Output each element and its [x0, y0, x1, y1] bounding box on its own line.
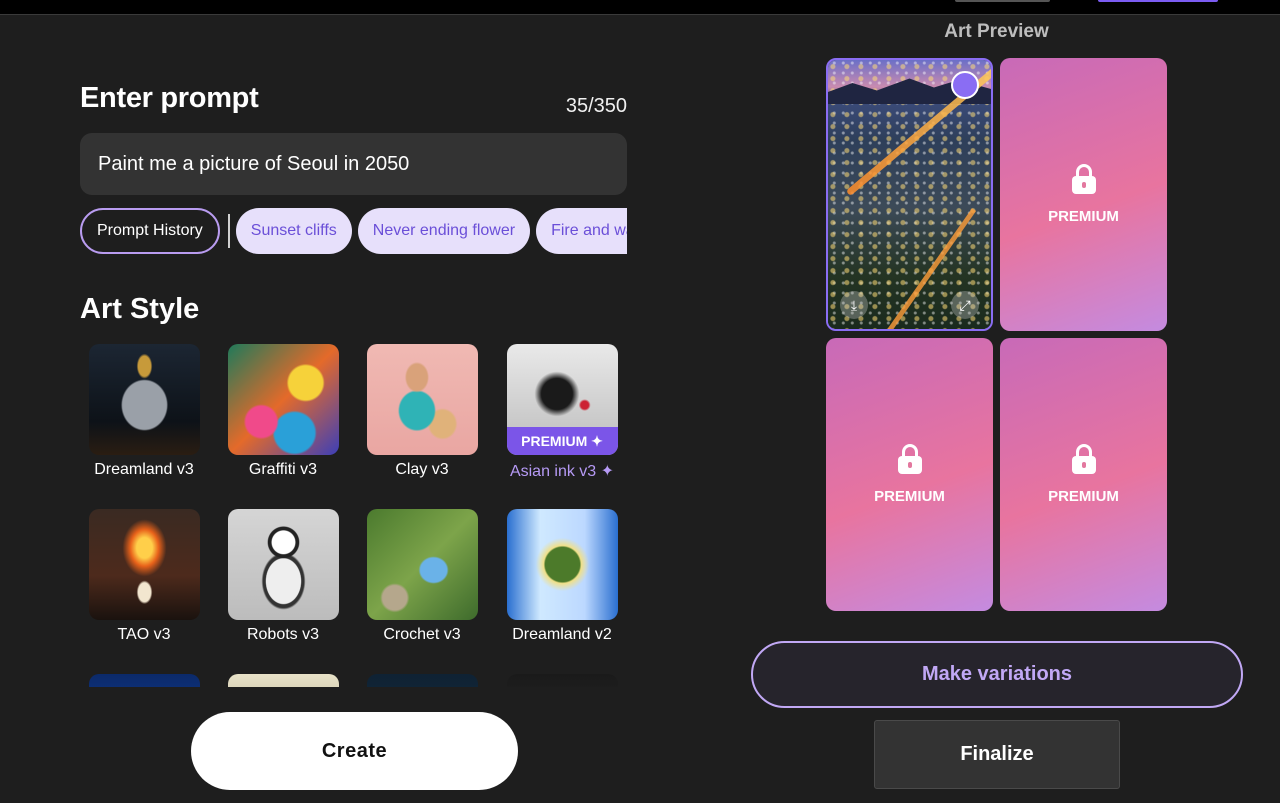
style-label: Crochet v3 [383, 626, 461, 643]
top-bar-item[interactable] [955, 0, 1050, 2]
finalize-button[interactable]: Finalize [874, 720, 1120, 789]
style-graffiti-v3[interactable]: Graffiti v3 [224, 344, 342, 479]
art-style-title: Art Style [80, 293, 200, 325]
style-thumbnail [366, 674, 478, 687]
top-bar-accent-item[interactable] [1098, 0, 1218, 2]
prompt-history-button[interactable]: Prompt History [80, 208, 220, 254]
style-dreamland-v2[interactable]: Dreamland v2 [503, 509, 621, 644]
chip-separator [227, 214, 230, 248]
style-label: Clay v3 [395, 461, 449, 478]
style-robots-v3[interactable]: Robots v3 [224, 509, 342, 644]
style-clay-v3[interactable]: Clay v3 [363, 344, 481, 479]
selected-indicator-icon[interactable] [951, 71, 979, 99]
style-thumbnail [366, 344, 478, 455]
make-variations-button[interactable]: Make variations [751, 641, 1243, 708]
style-item[interactable] [503, 674, 621, 687]
style-crochet-v3[interactable]: Crochet v3 [363, 509, 481, 644]
lock-icon [897, 444, 922, 474]
style-label: Asian ink v3 ✦ [509, 463, 615, 480]
lock-icon [1071, 164, 1096, 194]
art-preview-title: Art Preview [944, 21, 1049, 42]
suggestion-chip[interactable]: Never ending flower [357, 208, 531, 254]
download-icon[interactable]: ⤓ [840, 291, 868, 319]
style-item[interactable] [224, 674, 342, 687]
lock-icon [1071, 444, 1096, 474]
style-label: Dreamland v2 [512, 626, 612, 643]
style-label: Graffiti v3 [248, 461, 318, 478]
style-thumbnail [227, 344, 339, 455]
premium-label: PREMIUM [874, 488, 945, 505]
style-thumbnail [366, 509, 478, 620]
premium-label: PREMIUM [1048, 488, 1119, 505]
preview-image-locked[interactable]: PREMIUM [1000, 338, 1167, 611]
style-item[interactable] [85, 674, 203, 687]
style-item[interactable] [363, 674, 481, 687]
style-thumbnail [227, 509, 339, 620]
style-asian-ink-v3[interactable]: PREMIUM ✦ Asian ink v3 ✦ [503, 344, 621, 481]
preview-image-locked[interactable]: PREMIUM [826, 338, 993, 611]
style-thumbnail: PREMIUM ✦ [506, 344, 618, 455]
style-thumbnail [88, 509, 200, 620]
create-button[interactable]: Create [191, 712, 518, 790]
preview-image-locked[interactable]: PREMIUM [1000, 58, 1167, 331]
style-label: TAO v3 [117, 626, 171, 643]
prompt-input-text: Paint me a picture of Seoul in 2050 [98, 152, 410, 175]
prompt-title: Enter prompt [80, 82, 259, 114]
prompt-character-count: 35/350 [565, 95, 627, 117]
top-bar [0, 0, 1280, 14]
style-thumbnail [506, 509, 618, 620]
premium-badge: PREMIUM ✦ [506, 427, 618, 455]
style-thumbnail [88, 674, 200, 687]
style-tao-v3[interactable]: TAO v3 [85, 509, 203, 644]
art-style-grid: Dreamland v3 Graffiti v3 Clay v3 PREMIUM… [85, 344, 630, 687]
generated-image [828, 60, 991, 329]
style-dreamland-v3[interactable]: Dreamland v3 [85, 344, 203, 479]
prompt-chips: Prompt History Sunset cliffs Never ending … [80, 208, 627, 254]
style-label: Dreamland v3 [94, 461, 194, 478]
preview-image-selected[interactable]: ⤓ ⤢ [826, 58, 993, 331]
suggestion-chip[interactable]: Sunset cliffs [235, 208, 352, 254]
style-thumbnail [88, 344, 200, 455]
style-thumbnail [227, 674, 339, 687]
suggestion-chip[interactable]: Fire and wa [536, 208, 627, 254]
prompt-input[interactable]: Paint me a picture of Seoul in 2050 [80, 133, 627, 195]
style-label: Robots v3 [246, 626, 320, 643]
divider [0, 14, 1280, 15]
style-thumbnail [506, 674, 618, 687]
premium-label: PREMIUM [1048, 208, 1119, 225]
expand-icon[interactable]: ⤢ [951, 291, 979, 319]
